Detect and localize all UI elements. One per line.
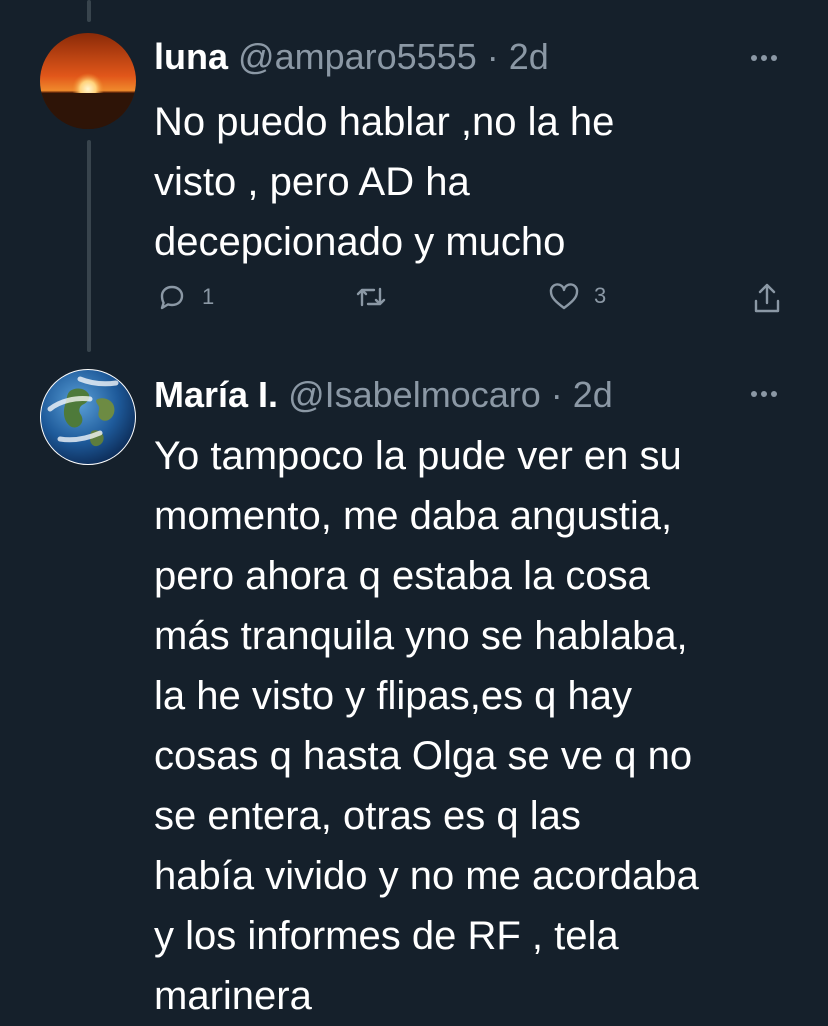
share-button[interactable]: [752, 281, 782, 315]
separator: ·: [486, 36, 499, 77]
more-options-button[interactable]: [746, 40, 782, 76]
reply-icon: [160, 285, 184, 310]
tweet-luna[interactable]: luna @amparo5555 · 2d No puedo hablar ,n…: [0, 0, 828, 360]
heart-icon: [549, 283, 579, 310]
like-count: 3: [594, 283, 607, 308]
user-handle[interactable]: @amparo5555: [238, 36, 477, 77]
tweet-actions: 1 3: [0, 281, 828, 321]
sunset-avatar-image: [40, 33, 136, 129]
tweet-maria[interactable]: María I. @Isabelmocaro · 2d Yo tampoco l…: [0, 342, 828, 1018]
share-icon: [754, 283, 780, 313]
reply-button[interactable]: 1: [156, 281, 214, 313]
like-button[interactable]: 3: [548, 281, 606, 311]
separator: ·: [550, 374, 563, 415]
display-name[interactable]: María I.: [154, 374, 278, 415]
avatar[interactable]: [40, 369, 136, 465]
more-horizontal-icon: [751, 55, 777, 61]
earth-avatar-image: [40, 369, 136, 465]
more-options-button[interactable]: [746, 376, 782, 412]
reply-count: 1: [202, 284, 215, 309]
tweet-text: Yo tampoco la pude ver en su momento, me…: [154, 434, 699, 1018]
avatar[interactable]: [40, 33, 136, 129]
display-name[interactable]: luna: [154, 36, 228, 77]
timestamp[interactable]: 2d: [573, 374, 613, 415]
more-horizontal-icon: [751, 391, 777, 397]
user-handle[interactable]: @Isabelmocaro: [288, 374, 541, 415]
tweet-header: luna @amparo5555 · 2d: [154, 34, 828, 80]
tweet-text: No puedo hablar ,no la he visto , pero A…: [154, 100, 615, 264]
timestamp[interactable]: 2d: [509, 36, 549, 77]
tweet-header: María I. @Isabelmocaro · 2d: [154, 372, 828, 418]
retweet-button[interactable]: [354, 281, 402, 313]
retweet-icon: [356, 287, 386, 307]
